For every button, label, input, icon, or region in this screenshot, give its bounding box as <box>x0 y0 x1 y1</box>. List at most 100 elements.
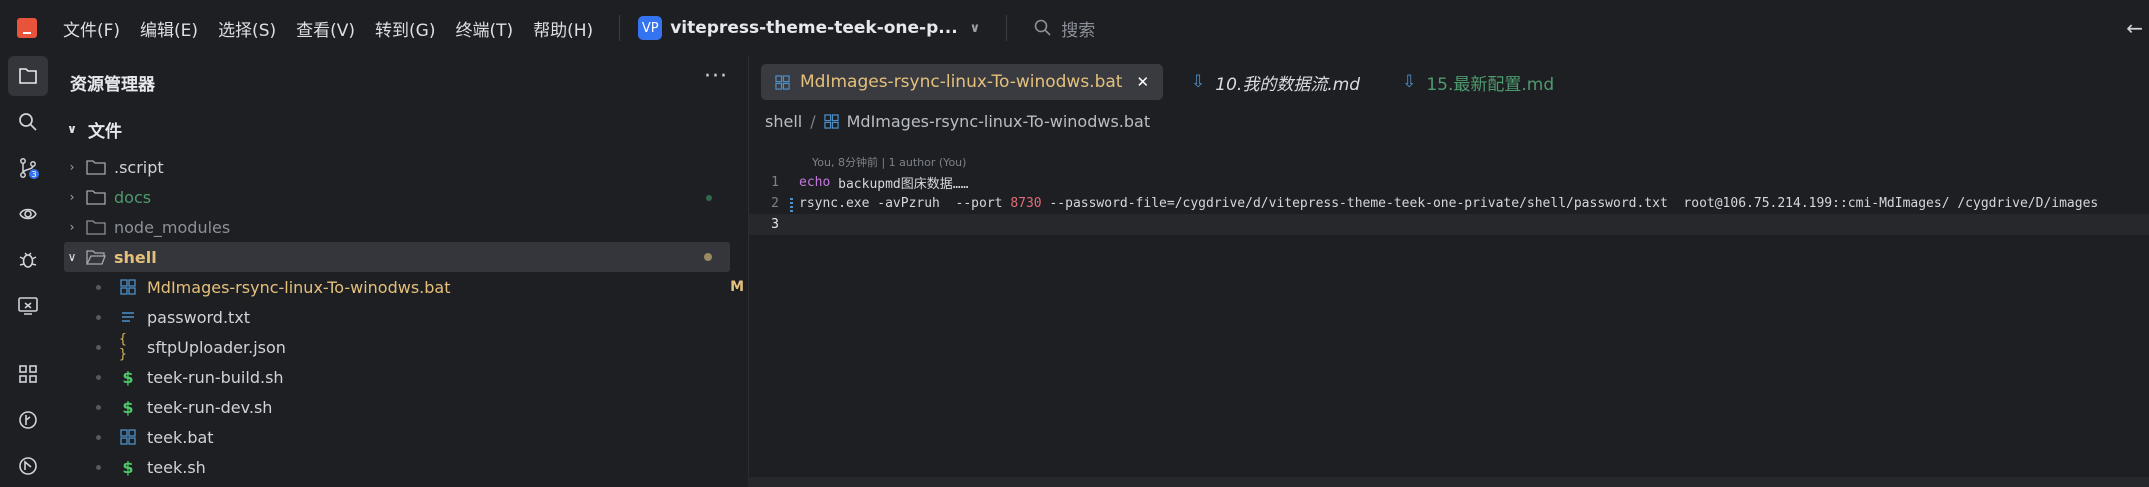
extensions-icon <box>19 365 37 383</box>
search-icon <box>1034 19 1051 36</box>
tree-item-label: password.txt <box>147 307 251 327</box>
explorer-button[interactable] <box>8 56 48 96</box>
menu-file[interactable]: 文件(F) <box>63 16 120 41</box>
code-line-2[interactable]: 2 rsync.exe -avPzruh --port 8730 --passw… <box>749 193 2149 214</box>
breadcrumb-separator: / <box>810 112 816 131</box>
line-number: 1 <box>771 175 779 190</box>
search-icon <box>19 113 37 131</box>
horizontal-scrollbar[interactable] <box>748 477 2149 487</box>
text-file-icon <box>119 308 137 326</box>
tree-folder-shell[interactable]: ∨ shell <box>64 242 730 272</box>
search-placeholder: 搜索 <box>1061 20 1096 41</box>
gitlens-icon <box>19 457 37 475</box>
chevron-down-icon: ∨ <box>969 20 981 36</box>
code-text: backupmd图床数据…… <box>830 177 969 192</box>
search-box[interactable]: 搜索 <box>1033 16 1095 41</box>
project-switcher[interactable]: VP vitepress-theme-teek-one-p... ∨ <box>638 16 980 40</box>
tree-item-label: teek-run-build.sh <box>147 367 284 387</box>
tree-file-mdimages-bat[interactable]: MdImages-rsync-linux-To-winodws.bat M <box>64 272 762 302</box>
search-view-button[interactable] <box>8 102 48 142</box>
tree-folder-script[interactable]: › .script <box>64 152 730 182</box>
line-number: 3 <box>771 217 779 232</box>
breadcrumb-folder[interactable]: shell <box>765 112 802 131</box>
shell-script-icon: $ <box>122 397 134 417</box>
git-blame-annotation[interactable]: You, 8分钟前 | 1 author (You) <box>812 154 966 170</box>
line-number-text: 2 <box>771 196 779 211</box>
remote-button[interactable] <box>8 194 48 234</box>
folder-icon <box>86 190 106 205</box>
tree-file-teek-bat[interactable]: teek.bat <box>64 422 762 452</box>
tree-item-label: shell <box>114 247 157 267</box>
source-control-button[interactable]: 3 <box>8 148 48 188</box>
project-badge: VP <box>638 16 663 40</box>
tab-label: MdImages-rsync-linux-To-winodws.bat <box>800 72 1123 92</box>
code-line-3[interactable]: 3 <box>749 214 2149 235</box>
tree-root-files[interactable]: ∨ 文件 <box>64 114 730 144</box>
menu-help[interactable]: 帮助(H) <box>533 16 593 41</box>
tree-item-label: teek.bat <box>147 427 214 447</box>
indent-dot <box>96 284 101 290</box>
status-dot <box>704 249 712 265</box>
close-icon[interactable]: ✕ <box>1136 73 1149 91</box>
folder-icon <box>86 160 106 175</box>
activity-bar: 3 <box>0 56 56 487</box>
arrow-left-icon[interactable]: ← <box>2126 16 2143 40</box>
indent-dot <box>96 464 101 470</box>
remote-explorer-icon <box>18 297 38 315</box>
windows-icon <box>119 278 137 296</box>
gitlens-button[interactable] <box>8 446 48 486</box>
windows-icon <box>823 114 839 129</box>
tree-file-password-txt[interactable]: password.txt <box>64 302 762 332</box>
menu-go[interactable]: 转到(G) <box>375 16 435 41</box>
indent-dot <box>96 344 101 350</box>
code-text: rsync.exe -avPzruh --port <box>799 196 1011 211</box>
title-divider <box>619 15 621 41</box>
svg-text:3: 3 <box>31 170 36 179</box>
tab-latest-config-md[interactable]: ⇩ 15.最新配置.md <box>1388 64 1568 100</box>
tab-mdimages-bat[interactable]: MdImages-rsync-linux-To-winodws.bat ✕ <box>761 64 1164 100</box>
menu-bar: 文件(F) 编辑(E) 选择(S) 查看(V) 转到(G) 终端(T) 帮助(H… <box>63 16 613 41</box>
breadcrumb: shell / MdImages-rsync-linux-To-winodws.… <box>765 112 1150 131</box>
code-text: --password-file=/cygdrive/d/vitepress-th… <box>1041 196 2099 211</box>
windows-icon <box>775 74 790 90</box>
menu-selection[interactable]: 选择(S) <box>218 16 276 41</box>
code-number: 8730 <box>1010 196 1042 211</box>
debug-icon <box>19 252 37 268</box>
tree-file-teek-sh[interactable]: $ teek.sh <box>64 452 762 482</box>
tree-folder-node-modules[interactable]: › node_modules <box>64 212 730 242</box>
status-dot <box>706 189 712 205</box>
tree-item-label: teek.sh <box>147 457 206 477</box>
extensions-button[interactable] <box>8 354 48 394</box>
json-icon: { } <box>119 332 127 362</box>
tree-item-label: node_modules <box>114 217 231 237</box>
app-logo-icon <box>17 18 37 38</box>
indent-dot <box>96 374 101 380</box>
timeline-icon <box>19 411 37 429</box>
menu-terminal[interactable]: 终端(T) <box>455 16 513 41</box>
title-bar: 文件(F) 编辑(E) 选择(S) 查看(V) 转到(G) 终端(T) 帮助(H… <box>0 0 2149 56</box>
tree-item-label: sftpUploader.json <box>147 337 286 357</box>
folder-icon <box>86 220 106 235</box>
tab-label: 15.最新配置.md <box>1426 74 1555 95</box>
timeline-button[interactable] <box>8 400 48 440</box>
more-actions-icon[interactable]: ··· <box>704 64 728 89</box>
breadcrumb-file[interactable]: MdImages-rsync-linux-To-winodws.bat <box>847 112 1151 131</box>
tree-file-teek-run-build[interactable]: $ teek-run-build.sh <box>64 362 762 392</box>
menu-view[interactable]: 查看(V) <box>296 16 355 41</box>
debug-button[interactable] <box>8 240 48 280</box>
modified-gutter-mark <box>790 198 793 214</box>
chevron-right-icon: › <box>69 190 75 204</box>
tab-label: 10.我的数据流.md <box>1215 74 1361 95</box>
tree-file-teek-run-dev[interactable]: $ teek-run-dev.sh <box>64 392 762 422</box>
code-line-1[interactable]: 1 echo backupmd图床数据…… <box>749 172 2149 193</box>
tab-data-flow-md[interactable]: ⇩ 10.我的数据流.md <box>1177 64 1374 100</box>
tree-folder-docs[interactable]: › docs <box>64 182 730 212</box>
tree-item-label: MdImages-rsync-linux-To-winodws.bat <box>147 277 451 297</box>
tree-item-label: .script <box>114 157 164 177</box>
modified-badge: M <box>730 279 744 295</box>
shell-script-icon: $ <box>122 367 134 387</box>
remote-explorer-button[interactable] <box>8 286 48 326</box>
explorer-sidebar: 资源管理器 ··· ∨ 文件 › .script › docs › node_m… <box>56 56 744 487</box>
menu-edit[interactable]: 编辑(E) <box>140 16 198 41</box>
tree-file-sftp-json[interactable]: { } sftpUploader.json <box>64 332 762 362</box>
